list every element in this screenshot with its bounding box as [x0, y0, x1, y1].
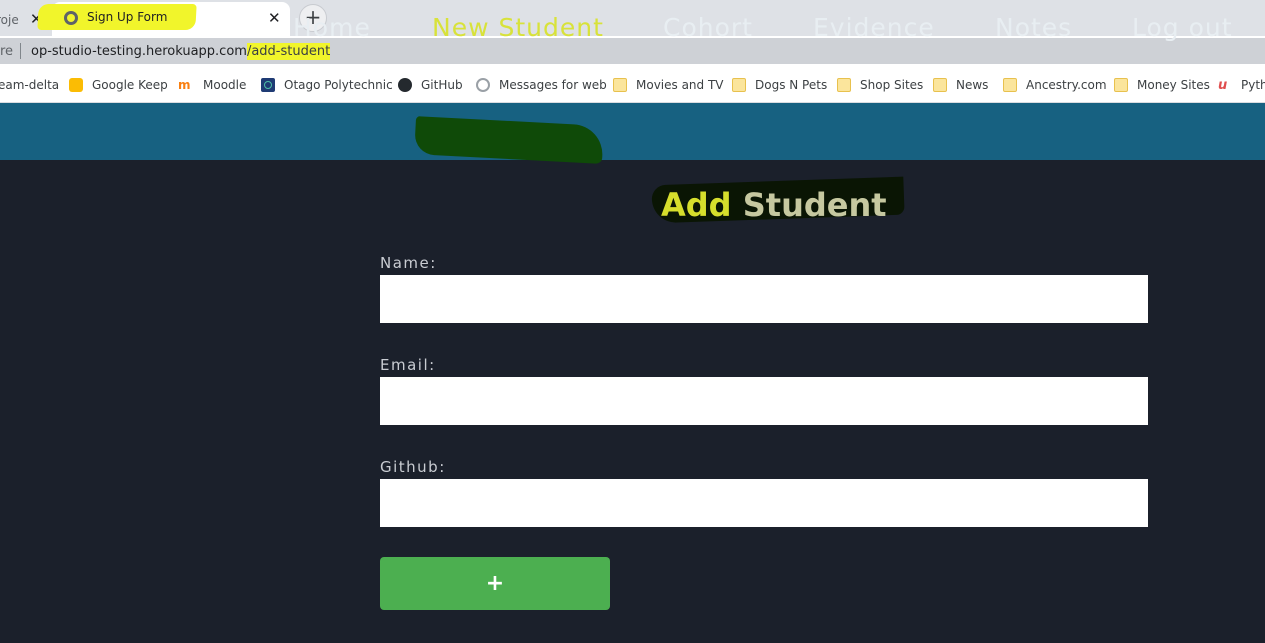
bookmark-label: eam-delta [0, 78, 60, 92]
bookmark-folder[interactable]: Shop Sites [837, 76, 923, 94]
url-text[interactable]: op-studio-testing.herokuapp.com/add-stud… [31, 43, 331, 60]
folder-icon [1114, 78, 1128, 92]
folder-icon [613, 78, 627, 92]
bookmark-label: Money Sites [1137, 78, 1210, 92]
bookmark-folder[interactable]: News [933, 76, 988, 94]
previous-tab-title: roje [0, 13, 19, 27]
globe-icon [64, 11, 78, 25]
bookmark-item[interactable]: m Moodle [178, 76, 246, 94]
page-title: Add Student [661, 186, 887, 224]
active-tab-title: Sign Up Form [87, 10, 168, 24]
bookmark-label: Dogs N Pets [755, 78, 828, 92]
bookmark-item[interactable]: u Pyth [1218, 76, 1265, 94]
bookmark-item[interactable]: GitHub [398, 76, 463, 94]
add-student-button[interactable]: + [380, 557, 610, 610]
otago-icon [261, 78, 275, 92]
url-path: /add-student [246, 43, 331, 60]
folder-icon [933, 78, 947, 92]
folder-icon [1003, 78, 1017, 92]
bookmark-item[interactable]: Google Keep [69, 76, 168, 94]
google-keep-icon [69, 78, 83, 92]
close-icon[interactable]: ✕ [268, 9, 281, 27]
bookmark-label: Moodle [203, 78, 247, 92]
bookmark-label: Google Keep [92, 78, 168, 92]
bookmark-folder[interactable]: Ancestry.com [1003, 76, 1107, 94]
nav-home[interactable]: Home [293, 13, 371, 42]
nav-notes[interactable]: Notes [995, 13, 1072, 42]
nav-new-student[interactable]: New Student [432, 13, 604, 42]
url-host: op-studio-testing.herokuapp.com [31, 44, 247, 59]
bookmark-item[interactable]: eam-delta [0, 76, 59, 94]
bookmark-label: Otago Polytechnic [284, 78, 393, 92]
email-input[interactable] [380, 377, 1148, 425]
bookmark-folder[interactable]: Dogs N Pets [732, 76, 827, 94]
bookmark-folder[interactable]: Money Sites [1114, 76, 1210, 94]
bookmark-label: Shop Sites [860, 78, 924, 92]
bookmark-label: Messages for web [499, 78, 607, 92]
bookmark-label: News [956, 78, 989, 92]
bookmark-label: Movies and TV [636, 78, 724, 92]
github-icon [398, 78, 412, 92]
browser-tab-active[interactable]: Sign Up Form ✕ [37, 2, 290, 36]
page-title-part: Add [661, 186, 732, 224]
folder-icon [732, 78, 746, 92]
address-bar: re op-studio-testing.herokuapp.com/add-s… [0, 36, 1265, 66]
nav-cohort[interactable]: Cohort [663, 13, 753, 42]
divider [20, 43, 21, 59]
omnibox[interactable]: re op-studio-testing.herokuapp.com/add-s… [0, 38, 1265, 64]
bookmark-label: GitHub [421, 78, 463, 92]
page-title-part: Student [731, 186, 887, 224]
python-icon: u [1218, 78, 1228, 93]
bookmark-label: Pyth [1241, 78, 1265, 92]
folder-icon [837, 78, 851, 92]
name-input[interactable] [380, 275, 1148, 323]
github-label: Github: [380, 458, 446, 476]
email-label: Email: [380, 356, 436, 374]
bookmark-item[interactable]: Otago Polytechnic [261, 76, 393, 94]
browser-tab-strip: roje ✕ Sign Up Form ✕ + [0, 0, 1265, 36]
nav-log-out[interactable]: Log out [1132, 13, 1233, 42]
name-label: Name: [380, 254, 437, 272]
bookmark-label: Ancestry.com [1026, 78, 1107, 92]
nav-evidence[interactable]: Evidence [813, 13, 935, 42]
bookmark-item[interactable]: Messages for web [476, 76, 607, 94]
security-label: re [0, 44, 14, 59]
moodle-icon: m [178, 78, 191, 92]
messages-icon [476, 78, 490, 92]
bookmarks-bar: eam-delta Google Keep m Moodle Otago Pol… [0, 66, 1265, 103]
bookmark-folder[interactable]: Movies and TV [613, 76, 724, 94]
github-input[interactable] [380, 479, 1148, 527]
site-navbar [0, 103, 1265, 160]
